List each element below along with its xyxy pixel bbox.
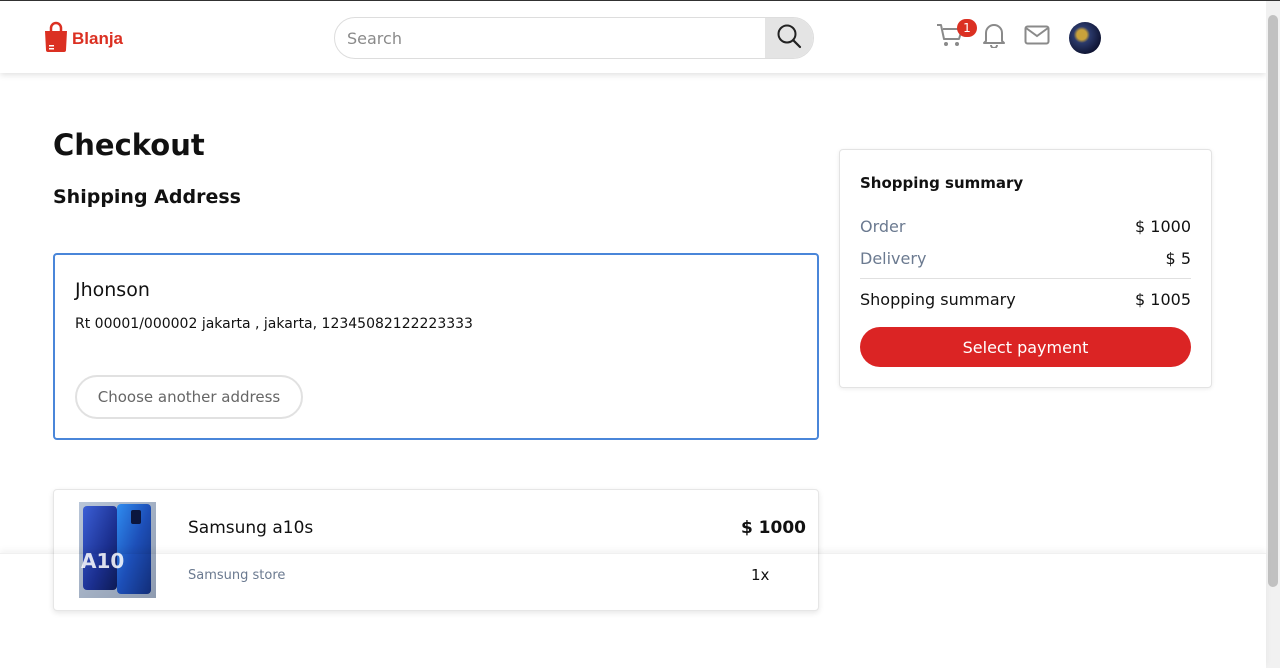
top-navbar: Blanja 1: [0, 1, 1266, 73]
product-price: $ 1000: [740, 518, 806, 538]
total-label: Shopping summary: [860, 290, 1016, 309]
shipping-address-heading: Shipping Address: [53, 186, 241, 208]
product-quantity: 1x: [751, 566, 770, 584]
total-row: Shopping summary $ 1005: [860, 290, 1191, 309]
svg-text:A10: A10: [81, 549, 124, 573]
delivery-value: $ 5: [1165, 249, 1191, 268]
scrollbar-thumb[interactable]: [1268, 15, 1278, 587]
choose-address-button[interactable]: Choose another address: [75, 375, 303, 419]
page-title: Checkout: [53, 128, 205, 162]
total-value: $ 1005: [1135, 290, 1191, 309]
order-row: Order $ 1000: [860, 217, 1191, 236]
user-avatar[interactable]: [1069, 22, 1101, 54]
address-line: Rt 00001/000002 jakarta , jakarta, 12345…: [75, 316, 473, 332]
order-label: Order: [860, 217, 906, 236]
search-bar: [334, 17, 814, 59]
summary-title: Shopping summary: [860, 174, 1024, 192]
search-icon: [776, 23, 802, 53]
product-name[interactable]: Samsung a10s: [188, 518, 313, 538]
cart-item-card: A10 Samsung a10s Samsung store $ 1000 1x: [53, 489, 819, 611]
delivery-row: Delivery $ 5: [860, 249, 1191, 268]
shopping-bag-icon: [44, 21, 68, 57]
delivery-label: Delivery: [860, 249, 927, 268]
recipient-name: Jhonson: [75, 279, 150, 301]
bell-icon: [982, 22, 1006, 52]
summary-divider: [860, 278, 1191, 279]
brand-logo[interactable]: Blanja: [44, 21, 123, 57]
messages-button[interactable]: [1023, 23, 1051, 51]
shipping-address-card: Jhonson Rt 00001/000002 jakarta , jakart…: [53, 253, 819, 440]
notifications-button[interactable]: [980, 23, 1008, 51]
product-image: A10: [79, 502, 156, 598]
search-input[interactable]: [335, 18, 765, 58]
select-payment-button[interactable]: Select payment: [860, 327, 1191, 367]
store-name: Samsung store: [188, 568, 286, 583]
brand-name: Blanja: [72, 29, 124, 48]
search-button[interactable]: [765, 18, 813, 58]
order-value: $ 1000: [1135, 217, 1191, 236]
mail-icon: [1024, 25, 1050, 49]
shopping-summary-card: Shopping summary Order $ 1000 Delivery $…: [839, 149, 1212, 388]
page-scrollbar[interactable]: [1266, 1, 1280, 668]
cart-count-badge: 1: [957, 19, 977, 37]
